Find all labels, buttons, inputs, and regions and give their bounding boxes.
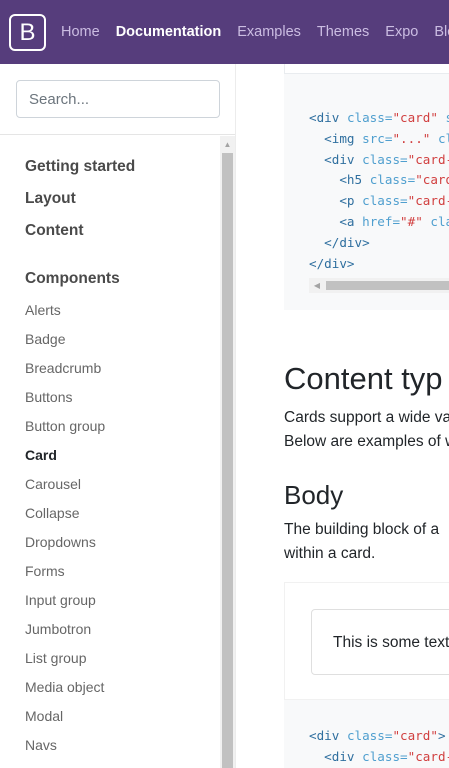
example-box-bottom-edge <box>284 64 449 74</box>
heading-body: Body <box>284 480 344 510</box>
body-text-line-2: within a card. <box>284 545 376 562</box>
search-area <box>0 64 235 135</box>
sidebar-menu: Getting started Layout Content Component… <box>0 136 220 768</box>
scroll-left-arrow-icon[interactable]: ◀ <box>309 278 325 293</box>
sidebar-section-content[interactable]: Content <box>25 222 84 240</box>
heading-content-types: Content typ <box>284 361 443 396</box>
sidebar-item-list-group[interactable]: List group <box>25 650 86 666</box>
sidebar-item-media-object[interactable]: Media object <box>25 679 104 695</box>
horizontal-scrollbar-thumb[interactable] <box>326 281 449 290</box>
sidebar-item-dropdowns[interactable]: Dropdowns <box>25 534 96 550</box>
scrollbar-thumb[interactable] <box>222 153 233 768</box>
sidebar-section-layout[interactable]: Layout <box>25 190 76 208</box>
code-line: <a href="#" cla <box>339 213 449 229</box>
sidebar-item-modal[interactable]: Modal <box>25 708 63 724</box>
code-line: <div class="card"> <box>309 728 446 743</box>
sidebar-section-getting-started[interactable]: Getting started <box>25 158 135 176</box>
code-line: <p class="card- <box>339 193 449 209</box>
card-body-text: This is some text <box>333 634 449 651</box>
card-example-preview: This is some text <box>284 582 449 700</box>
nav-links: Home Documentation Examples Themes Expo … <box>61 0 449 64</box>
nav-link-themes[interactable]: Themes <box>317 24 369 40</box>
code-horizontal-scrollbar[interactable]: ◀ <box>309 278 449 293</box>
code-snippet-card-body: <div class="card"> <div class="card- <box>284 700 449 768</box>
sidebar-item-buttons[interactable]: Buttons <box>25 389 72 405</box>
code-line: <img src="..." cl <box>324 130 449 146</box>
code-lines: <div class="card" s <img src="..." cl <d… <box>309 108 449 274</box>
nav-link-blog[interactable]: Blog <box>434 24 449 40</box>
code-line: <h5 class="card <box>339 172 449 188</box>
sidebar-item-card[interactable]: Card <box>25 447 57 463</box>
code-line: </div> <box>309 255 355 271</box>
body-text-line-1: The building block of a <box>284 521 440 538</box>
code-line: </div> <box>324 234 370 250</box>
docs-sidebar: Getting started Layout Content Component… <box>0 64 236 768</box>
scroll-up-arrow-icon[interactable]: ▲ <box>220 136 235 152</box>
top-navbar: B Home Documentation Examples Themes Exp… <box>0 0 449 64</box>
sidebar-section-components[interactable]: Components <box>25 270 120 288</box>
nav-link-documentation[interactable]: Documentation <box>116 24 222 40</box>
nav-link-examples[interactable]: Examples <box>237 24 301 40</box>
sidebar-item-input-group[interactable]: Input group <box>25 592 96 608</box>
nav-link-home[interactable]: Home <box>61 24 100 40</box>
sidebar-item-forms[interactable]: Forms <box>25 563 65 579</box>
docs-main-content: <div class="card" s <img src="..." cl <d… <box>236 64 449 768</box>
sidebar-item-carousel[interactable]: Carousel <box>25 476 81 492</box>
sidebar-item-badge[interactable]: Badge <box>25 331 65 347</box>
sidebar-item-jumbotron[interactable]: Jumbotron <box>25 621 91 637</box>
code-line: <div class="card" s <box>309 110 449 125</box>
nav-link-expo[interactable]: Expo <box>385 24 418 40</box>
bootstrap-logo[interactable]: B <box>9 14 46 51</box>
sidebar-item-breadcrumb[interactable]: Breadcrumb <box>25 360 101 376</box>
sidebar-scrollbar[interactable]: ▲ <box>220 136 235 768</box>
sidebar-item-navs[interactable]: Navs <box>25 737 57 753</box>
code-snippet-card: <div class="card" s <img src="..." cl <d… <box>284 74 449 310</box>
content-types-text-line-1: Cards support a wide va <box>284 409 449 426</box>
sidebar-item-collapse[interactable]: Collapse <box>25 505 79 521</box>
sidebar-item-alerts[interactable]: Alerts <box>25 302 61 318</box>
example-card: This is some text <box>311 609 449 675</box>
search-input[interactable] <box>16 80 220 118</box>
content-types-text-line-2: Below are examples of w <box>284 433 449 450</box>
code-line: <div class="card- <box>324 151 449 167</box>
code-lines: <div class="card"> <div class="card- <box>309 726 449 768</box>
sidebar-item-button-group[interactable]: Button group <box>25 418 105 434</box>
code-line: <div class="card- <box>324 748 449 764</box>
